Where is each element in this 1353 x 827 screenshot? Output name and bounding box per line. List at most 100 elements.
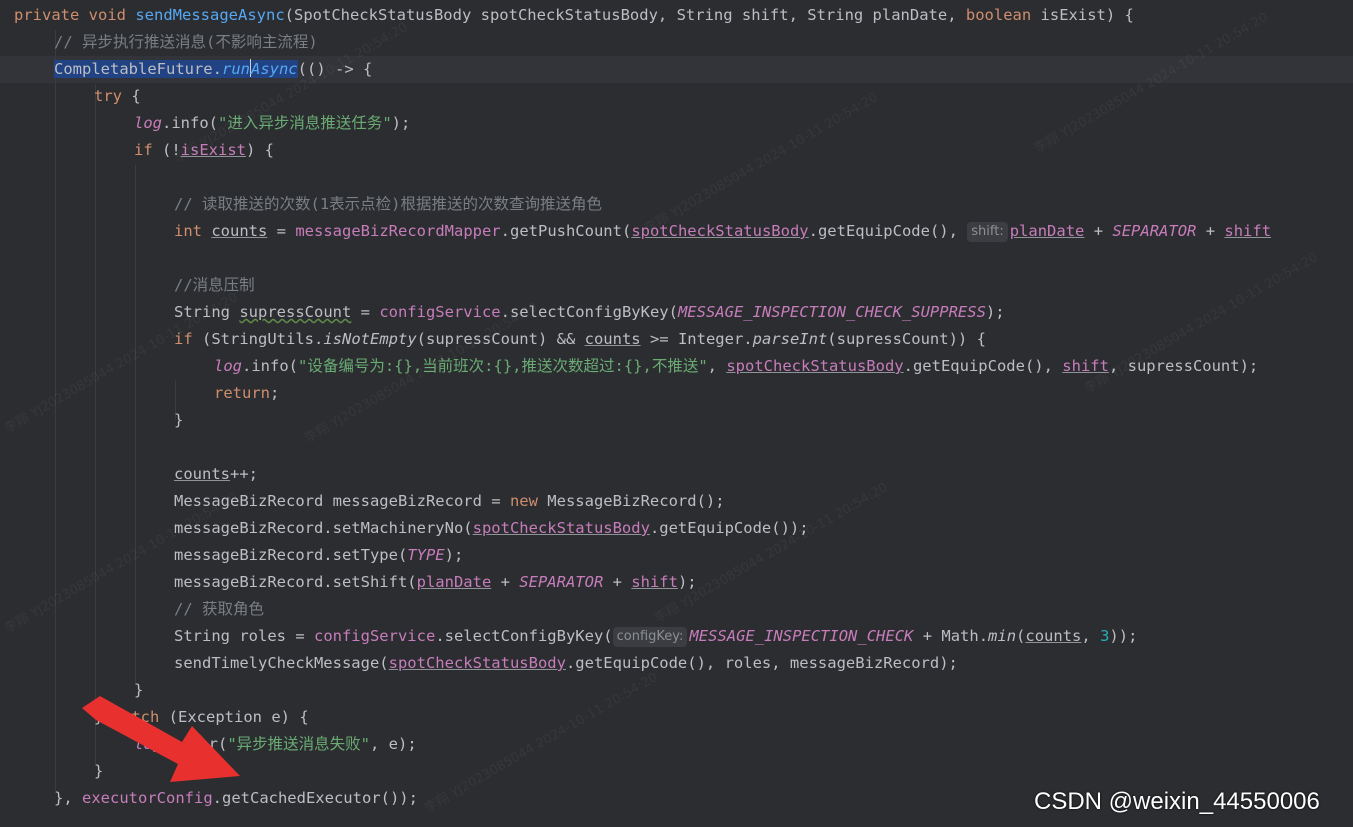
keyword: try — [94, 87, 122, 105]
code-text: isExist) { — [1031, 6, 1134, 24]
selected-text: Async — [250, 60, 298, 78]
code-text: { — [122, 87, 141, 105]
watermark: 李翔 YJ2023085044 2024-10-11 20:54:20 — [422, 670, 661, 817]
parameter-hint: shift: — [967, 222, 1008, 242]
variable: planDate — [416, 573, 492, 591]
keyword: boolean — [965, 6, 1032, 24]
field: configService — [313, 627, 436, 645]
code-text: MessageBizRecord(); — [537, 492, 725, 510]
annotation-arrow-icon — [82, 696, 240, 782]
code-text: String roles = — [174, 627, 314, 645]
code-text: + — [491, 573, 520, 591]
code-text: ) { — [246, 141, 274, 159]
code-line-14[interactable]: } — [174, 407, 183, 434]
constant: MESSAGE_INSPECTION_CHECK_SUPPRESS — [677, 303, 986, 321]
code-text: ++; — [230, 465, 258, 483]
code-text: (supressCount)) { — [827, 330, 986, 348]
constant: SEPARATOR — [519, 573, 604, 591]
constant: TYPE — [407, 546, 445, 564]
code-line-1[interactable]: private void sendMessageAsync(SpotCheckS… — [14, 2, 1134, 29]
field: log — [134, 114, 162, 132]
code-line-21[interactable]: String roles = configService.selectConfi… — [174, 623, 1137, 650]
code-line-19[interactable]: messageBizRecord.setShift(planDate + SEP… — [174, 569, 697, 596]
variable: counts — [584, 330, 641, 348]
field: log — [214, 357, 242, 375]
code-line-18[interactable]: messageBizRecord.setType(TYPE); — [174, 542, 463, 569]
code-text: .getEquipCode(), roles, messageBizRecord… — [565, 654, 958, 672]
code-text: .getCachedExecutor()); — [212, 789, 418, 807]
keyword: int — [174, 222, 202, 240]
field: messageBizRecordMapper — [295, 222, 501, 240]
code-text: ); — [444, 546, 464, 564]
code-line-2[interactable]: // 异步执行推送消息(不影响主流程) — [54, 29, 318, 56]
comment: // 获取角色 — [174, 600, 264, 618]
code-text: = — [267, 222, 296, 240]
code-text: }, — [54, 789, 82, 807]
code-text: messageBizRecord.setType( — [174, 546, 408, 564]
keyword: if — [134, 141, 153, 159]
method-call: min — [988, 627, 1017, 645]
watermark: 李翔 YJ2023085044 2024-10-11 20:54:20 — [642, 90, 881, 237]
code-text: .getEquipCode(), — [903, 357, 1063, 375]
code-editor[interactable]: private void sendMessageAsync(SpotCheckS… — [0, 0, 1353, 827]
code-line-11[interactable]: if (StringUtils.isNotEmpty(supressCount)… — [174, 326, 986, 353]
variable: spotCheckStatusBody — [388, 654, 566, 672]
code-text: + Math. — [913, 627, 989, 645]
indent-guide — [135, 165, 136, 685]
code-line-7[interactable]: // 读取推送的次数(1表示点检)根据推送的次数查询推送角色 — [174, 191, 602, 218]
code-line-8[interactable]: int counts = messageBizRecordMapper.getP… — [174, 218, 1271, 245]
csdn-credit: CSDN @weixin_44550006 — [1034, 788, 1320, 815]
selected-text: CompletableFuture. — [54, 60, 222, 78]
variable: spotCheckStatusBody — [726, 357, 904, 375]
comment: //消息压制 — [174, 276, 255, 294]
method-name: sendMessageAsync — [135, 6, 285, 24]
keyword: void — [88, 6, 126, 24]
code-text: ; — [270, 384, 280, 402]
code-text: , e); — [370, 735, 417, 753]
variable: counts — [1025, 627, 1082, 645]
parameter-hint: configKey: — [612, 627, 688, 647]
code-text: .info( — [242, 357, 298, 375]
comment: // 读取推送的次数(1表示点检)根据推送的次数查询推送角色 — [174, 195, 602, 213]
code-text: sendTimelyCheckMessage( — [174, 654, 389, 672]
code-text: , — [707, 357, 727, 375]
variable: spotCheckStatusBody — [472, 519, 650, 537]
code-text: messageBizRecord.setShift( — [174, 573, 417, 591]
method-call: isNotEmpty — [323, 330, 417, 348]
code-text: + — [1084, 222, 1113, 240]
code-line-15[interactable]: counts++; — [174, 461, 258, 488]
variable: planDate — [1009, 222, 1085, 240]
code-text: ); — [391, 114, 411, 132]
code-line-5[interactable]: log.info("进入异步消息推送任务"); — [134, 110, 410, 137]
code-line-4[interactable]: try { — [94, 83, 141, 110]
code-text: >= Integer. — [640, 330, 753, 348]
keyword: private — [14, 6, 80, 24]
code-text: messageBizRecord.setMachineryNo( — [174, 519, 473, 537]
indent-guide — [95, 84, 96, 764]
variable: counts — [211, 222, 268, 240]
constant: SEPARATOR — [1112, 222, 1197, 240]
code-text: } — [174, 411, 184, 429]
code-text: (StringUtils. — [192, 330, 324, 348]
watermark: 李翔 YJ2023085044 2024-10-11 20:54:20 — [2, 290, 241, 437]
keyword: new — [509, 492, 538, 510]
code-line-10[interactable]: String supressCount = configService.sele… — [174, 299, 1005, 326]
code-line-16[interactable]: MessageBizRecord messageBizRecord = new … — [174, 488, 725, 515]
variable: shift — [631, 573, 678, 591]
code-text: , — [1081, 627, 1101, 645]
code-text: + — [603, 573, 632, 591]
code-text: = — [351, 303, 380, 321]
string-literal: "设备编号为:{},当前班次:{},推送次数超过:{},不推送" — [298, 357, 708, 375]
code-text: )); — [1109, 627, 1138, 645]
field: configService — [379, 303, 501, 321]
keyword: return — [214, 384, 270, 402]
code-line-17[interactable]: messageBizRecord.setMachineryNo(spotChec… — [174, 515, 809, 542]
variable: counts — [174, 465, 230, 483]
comment: // 异步执行推送消息(不影响主流程) — [54, 33, 318, 51]
selected-text: run — [221, 60, 250, 78]
code-line-22[interactable]: sendTimelyCheckMessage(spotCheckStatusBo… — [174, 650, 958, 677]
field: executorConfig — [82, 789, 213, 807]
constant: MESSAGE_INSPECTION_CHECK — [689, 627, 914, 645]
code-line-20[interactable]: // 获取角色 — [174, 596, 264, 623]
code-line-13[interactable]: return; — [214, 380, 279, 407]
